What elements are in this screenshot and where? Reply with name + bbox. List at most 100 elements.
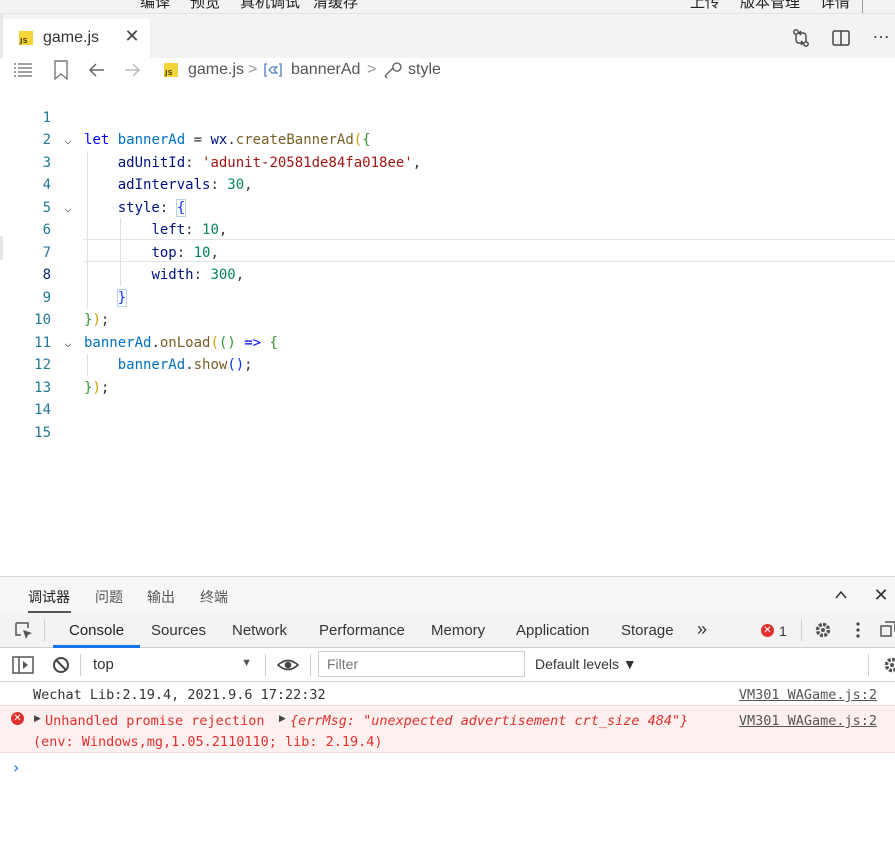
divider [801,619,802,641]
tab-network[interactable]: Network [232,622,287,639]
undock-icon[interactable] [880,621,895,644]
code-line: 15 [3,399,895,441]
tab-sources[interactable]: Sources [151,622,206,639]
kebab-menu-icon[interactable] [852,620,864,645]
close-panel-icon[interactable]: ✕ [869,583,893,607]
wrench-property-icon [382,59,402,83]
panel-tab-bar: 调试器 问题 输出 终端 ✕ [0,577,895,613]
clear-cache-button[interactable]: 清缓存 [313,0,358,12]
compile-button[interactable]: 编译 [140,0,170,12]
code-line: 14 }); [3,377,895,419]
error-env: (env: Windows,mg,1.05.2110110; lib: 2.19… [33,734,383,750]
tab-performance[interactable]: Performance [319,622,405,639]
console-output: Wechat Lib:2.19.4, 2021.9.6 17:22:32 VM3… [0,682,895,847]
divider [265,654,266,676]
breadcrumb-separator: > [248,61,258,78]
remote-debug-button[interactable]: 真机调试 [240,0,300,12]
code-text: bannerAd.show(); [117,357,253,373]
code-text: left: 10, [151,222,228,238]
code-text: }); [84,312,110,328]
context-selector[interactable]: top ▼ [85,653,260,677]
tab-output[interactable]: 输出 [147,587,175,607]
breadcrumb-property[interactable]: style [408,61,441,79]
log-message: Wechat Lib:2.19.4, 2021.9.6 17:22:32 [33,687,326,703]
code-line: 8 top: 10, [3,242,895,284]
settings-gear-icon[interactable] [813,620,833,645]
more-actions-icon[interactable]: … [872,22,895,46]
error-icon: ✕ [11,712,24,725]
divider [868,654,869,676]
version-management-button[interactable]: 版本管理 [740,0,800,12]
fold-chevron-icon[interactable]: ⌵ [61,129,75,152]
console-settings-gear-icon[interactable] [882,655,895,680]
toolbar-divider [862,0,863,13]
tab-console[interactable]: Console [69,622,124,639]
tab-problems[interactable]: 问题 [95,587,123,607]
code-text: style: { [117,198,187,217]
inspect-element-icon[interactable] [13,620,35,647]
live-expression-eye-icon[interactable] [276,655,300,680]
top-toolbar: 编译 预览 真机调试 清缓存 上传 版本管理 详情 [0,0,895,14]
log-levels-dropdown[interactable]: Default levels ▼ [535,656,637,672]
divider [310,654,311,676]
log-source-link[interactable]: VM301 WAGame.js:2 [739,687,877,703]
line-number: 15 [34,424,51,441]
split-editor-icon[interactable] [829,26,853,50]
bookmark-icon[interactable] [51,59,71,83]
error-count-icon[interactable]: ✕ [761,624,774,637]
code-line: 12 ⌵ bannerAd.onLoad(() => { [3,332,895,374]
code-line: 13 bannerAd.show(); [3,354,895,396]
variable-symbol-icon [263,62,283,86]
context-value: top [93,656,114,673]
code-line: 4 adUnitId: 'adunit-20581de84fa018ee', [3,152,895,194]
code-line: 3 ⌵ let bannerAd = wx.createBannerAd({ [3,129,895,171]
devtools-tab-bar: Console Sources Network Performance Memo… [0,613,895,648]
tab-memory[interactable]: Memory [431,622,485,639]
filter-input[interactable] [318,651,525,677]
outline-list-icon[interactable] [12,59,34,83]
bottom-panel: 调试器 问题 输出 终端 ✕ Console Sources Network P… [0,576,895,847]
code-line: 7 left: 10, [3,219,895,261]
details-button[interactable]: 详情 [820,0,850,12]
upload-button[interactable]: 上传 [690,0,720,12]
error-object[interactable]: {errMsg: "unexpected advertisement crt_s… [290,713,688,729]
editor-tab-strip: JS game.js ✕ … [0,14,895,58]
tab-debugger[interactable]: 调试器 [28,587,70,607]
breadcrumb-file[interactable]: game.js [188,61,244,79]
code-line: 9 width: 300, [3,264,895,306]
code-editor[interactable]: 1 2 3 ⌵ let bannerAd = wx.createBannerAd… [0,84,895,576]
code-line: 10 } [3,287,895,328]
console-prompt[interactable]: › [13,758,19,777]
more-tabs-icon[interactable]: » [697,619,707,640]
back-arrow-icon[interactable] [87,59,107,83]
expand-triangle-icon[interactable]: ▶ [279,714,286,724]
close-tab-icon[interactable]: ✕ [121,25,143,47]
tab-label: game.js [43,29,100,46]
error-entry: ✕ ▶ Unhandled promise rejection ▶ {errMs… [0,705,895,753]
error-count[interactable]: 1 [779,623,787,639]
forward-arrow-icon[interactable] [122,59,142,83]
tab-terminal[interactable]: 终端 [200,587,228,607]
breadcrumb-symbol[interactable]: bannerAd [291,61,360,79]
fold-chevron-icon[interactable]: ⌵ [61,332,75,355]
divider [44,619,45,641]
tab-game-js[interactable]: JS game.js ✕ [3,19,150,58]
preview-button[interactable]: 预览 [190,0,220,12]
code-text: adIntervals: 30, [117,177,253,193]
tab-storage[interactable]: Storage [621,622,674,639]
expand-triangle-icon[interactable]: ▶ [34,714,41,724]
code-line: 11 }); [3,309,895,351]
code-text: top: 10, [151,244,219,261]
js-file-icon: JS [19,31,33,45]
fold-chevron-icon[interactable]: ⌵ [61,197,75,220]
sidebar-toggle-icon[interactable] [12,655,34,680]
error-source-link[interactable]: VM301 WAGame.js:2 [739,713,877,729]
compare-changes-icon[interactable] [789,26,813,50]
code-text: width: 300, [151,267,245,283]
clear-console-icon[interactable] [51,655,71,680]
code-line: 6 ⌵ style: { [3,197,895,238]
tab-application[interactable]: Application [516,622,589,639]
collapse-panel-icon[interactable] [829,583,853,607]
console-toolbar: top ▼ Default levels ▼ [0,648,895,682]
code-line: 1 [3,84,895,126]
